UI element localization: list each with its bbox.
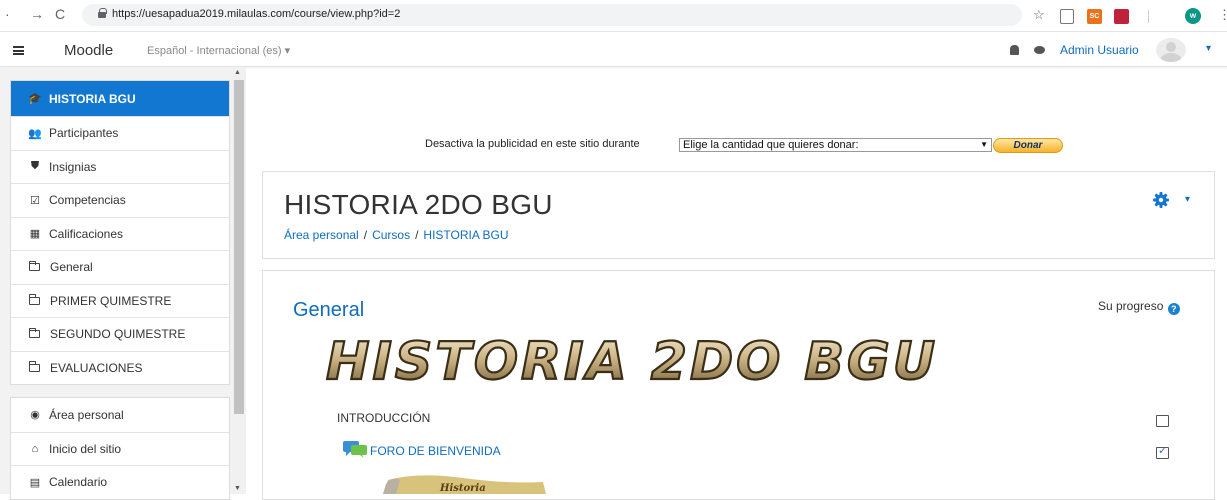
- nav-drawer: 🎓 HISTORIA BGU 👥 Participantes ⛊ Insigni…: [0, 68, 246, 500]
- drawer-item-label: PRIMER QUIMESTRE: [50, 293, 172, 308]
- bell-icon[interactable]: [1010, 45, 1019, 55]
- moodle-navbar: Moodle Español - Internacional (es) ▾ Ad…: [0, 33, 1227, 67]
- chevron-down-icon: ▾: [284, 45, 291, 57]
- drawer-item-label: Calendario: [49, 475, 108, 490]
- site-brand[interactable]: Moodle: [64, 42, 113, 59]
- drawer-item-label: HISTORIA BGU: [49, 91, 136, 106]
- hamburger-menu-icon[interactable]: [13, 46, 24, 55]
- folder-icon: [28, 294, 40, 305]
- drawer-item-segundo-quimestre[interactable]: SEGUNDO QUIMESTRE: [11, 317, 229, 351]
- drawer-item-label: Área personal: [49, 407, 124, 422]
- drawer-item-evaluaciones[interactable]: EVALUACIONES: [11, 350, 229, 385]
- user-avatar[interactable]: [1156, 38, 1186, 62]
- drawer-item-participantes[interactable]: 👥 Participantes: [11, 116, 229, 150]
- breadcrumb-item[interactable]: HISTORIA BGU: [423, 228, 508, 242]
- scroll-up-icon[interactable]: ▲: [234, 69, 241, 76]
- drawer-item-calificaciones[interactable]: ▦ Calificaciones: [11, 216, 229, 251]
- drawer-item-label: Insignias: [49, 159, 97, 174]
- drawer-item-label: Participantes: [49, 126, 119, 141]
- table-icon: ▦: [29, 228, 41, 241]
- drawer-item-label: Competencias: [49, 193, 126, 208]
- calendar-icon: ▤: [29, 476, 41, 489]
- chat-bubble-icon[interactable]: [1034, 46, 1045, 54]
- drawer-item-calendario[interactable]: ▤ Calendario: [11, 465, 229, 499]
- profile-avatar[interactable]: w: [1185, 8, 1201, 24]
- url-text[interactable]: https://uesapadua2019.milaulas.com/cours…: [112, 8, 400, 20]
- drawer-item-label: Calificaciones: [49, 226, 124, 241]
- completion-checkbox[interactable]: [1156, 415, 1169, 427]
- settings-caret-icon[interactable]: ▾: [1185, 194, 1190, 205]
- activity-introduccion[interactable]: INTRODUCCIÓN: [337, 411, 430, 425]
- graduation-cap-icon: 🎓: [28, 93, 42, 105]
- forum-icon: [343, 441, 367, 458]
- completion-checkbox-checked[interactable]: [1156, 444, 1169, 459]
- help-icon[interactable]: ?: [1167, 303, 1180, 315]
- folder-icon: [28, 361, 40, 372]
- drawer-item-area-personal[interactable]: ◉ Área personal: [11, 398, 229, 432]
- dashboard-icon: ◉: [30, 409, 40, 422]
- reload-icon[interactable]: C: [55, 6, 65, 22]
- drawer-item-course[interactable]: 🎓 HISTORIA BGU: [11, 81, 229, 116]
- drawer-item-label: General: [50, 260, 93, 275]
- thumbnail-text: Historia: [439, 483, 486, 494]
- sc-extension-icon[interactable]: SC: [1087, 9, 1102, 24]
- users-icon: 👥: [28, 127, 42, 140]
- donation-select-value: Elige la cantidad que quieres donar:: [683, 139, 859, 151]
- drawer-item-label: EVALUACIONES: [50, 360, 143, 375]
- reader-extension-icon[interactable]: [1060, 9, 1074, 24]
- breadcrumb: Área personal / Cursos / HISTORIA BGU: [284, 228, 509, 242]
- shield-icon: ⛊: [30, 160, 40, 173]
- toolbar-divider: [1148, 10, 1149, 23]
- course-nav-group: 🎓 HISTORIA BGU 👥 Participantes ⛊ Insigni…: [10, 80, 230, 385]
- folder-icon: [28, 327, 40, 339]
- section-title[interactable]: General: [293, 299, 364, 322]
- breadcrumb-separator: /: [363, 228, 368, 242]
- drawer-item-primer-quimestre[interactable]: PRIMER QUIMESTRE: [11, 283, 229, 318]
- ad-text: Desactiva la publicidad en este sitio du…: [425, 138, 640, 150]
- drawer-scrollbar-thumb[interactable]: [234, 80, 244, 414]
- progress-label: Su progreso ?: [1098, 299, 1180, 315]
- activity-foro-bienvenida[interactable]: FORO DE BIENVENIDA: [370, 444, 501, 458]
- browser-toolbar: · → C https://uesapadua2019.milaulas.com…: [0, 0, 1227, 32]
- donation-select[interactable]: Elige la cantidad que quieres donar: ▼: [679, 138, 992, 152]
- browser-menu-icon[interactable]: ⋮: [1218, 7, 1227, 23]
- language-selector[interactable]: Español - Internacional (es) ▾: [147, 44, 290, 57]
- page-title: HISTORIA 2DO BGU: [284, 189, 553, 220]
- forward-icon[interactable]: →: [30, 6, 44, 22]
- course-banner-image: HISTORIA 2DO BGU: [325, 331, 938, 390]
- drawer-item-competencias[interactable]: ☑ Competencias: [11, 183, 229, 217]
- scroll-down-icon[interactable]: ▼: [234, 485, 241, 492]
- drawer-item-insignias[interactable]: ⛊ Insignias: [11, 149, 229, 184]
- breadcrumb-separator: /: [415, 228, 419, 242]
- folder-icon: [28, 260, 40, 272]
- user-menu-caret-icon[interactable]: ▾: [1206, 43, 1211, 54]
- progress-label-text: Su progreso: [1098, 299, 1164, 313]
- language-label: Español - Internacional (es): [147, 45, 282, 57]
- breadcrumb-item[interactable]: Área personal: [284, 228, 359, 242]
- breadcrumb-item[interactable]: Cursos: [372, 228, 410, 242]
- checkbox-icon: ☑: [30, 194, 40, 207]
- historia-thumbnail-image: Historia: [383, 475, 546, 494]
- lock-icon[interactable]: [98, 8, 107, 18]
- drawer-item-label: Inicio del sitio: [49, 441, 122, 456]
- chevron-down-icon: ▼: [980, 140, 988, 149]
- donate-button[interactable]: Donar: [993, 138, 1063, 153]
- bookmark-star-icon[interactable]: ☆: [1033, 7, 1045, 23]
- drawer-item-label: SEGUNDO QUIMESTRE: [50, 327, 186, 342]
- user-menu-name[interactable]: Admin Usuario: [1060, 43, 1139, 57]
- home-icon: ⌂: [31, 442, 39, 455]
- gear-icon[interactable]: [1153, 192, 1169, 208]
- drawer-item-general[interactable]: General: [11, 250, 229, 284]
- red-extension-icon[interactable]: [1114, 9, 1129, 24]
- drawer-item-inicio-sitio[interactable]: ⌂ Inicio del sitio: [11, 431, 229, 466]
- back-icon[interactable]: ·: [5, 6, 10, 22]
- site-nav-group: ◉ Área personal ⌂ Inicio del sitio ▤ Cal…: [10, 397, 230, 500]
- banner-text: HISTORIA 2DO BGU: [326, 332, 938, 390]
